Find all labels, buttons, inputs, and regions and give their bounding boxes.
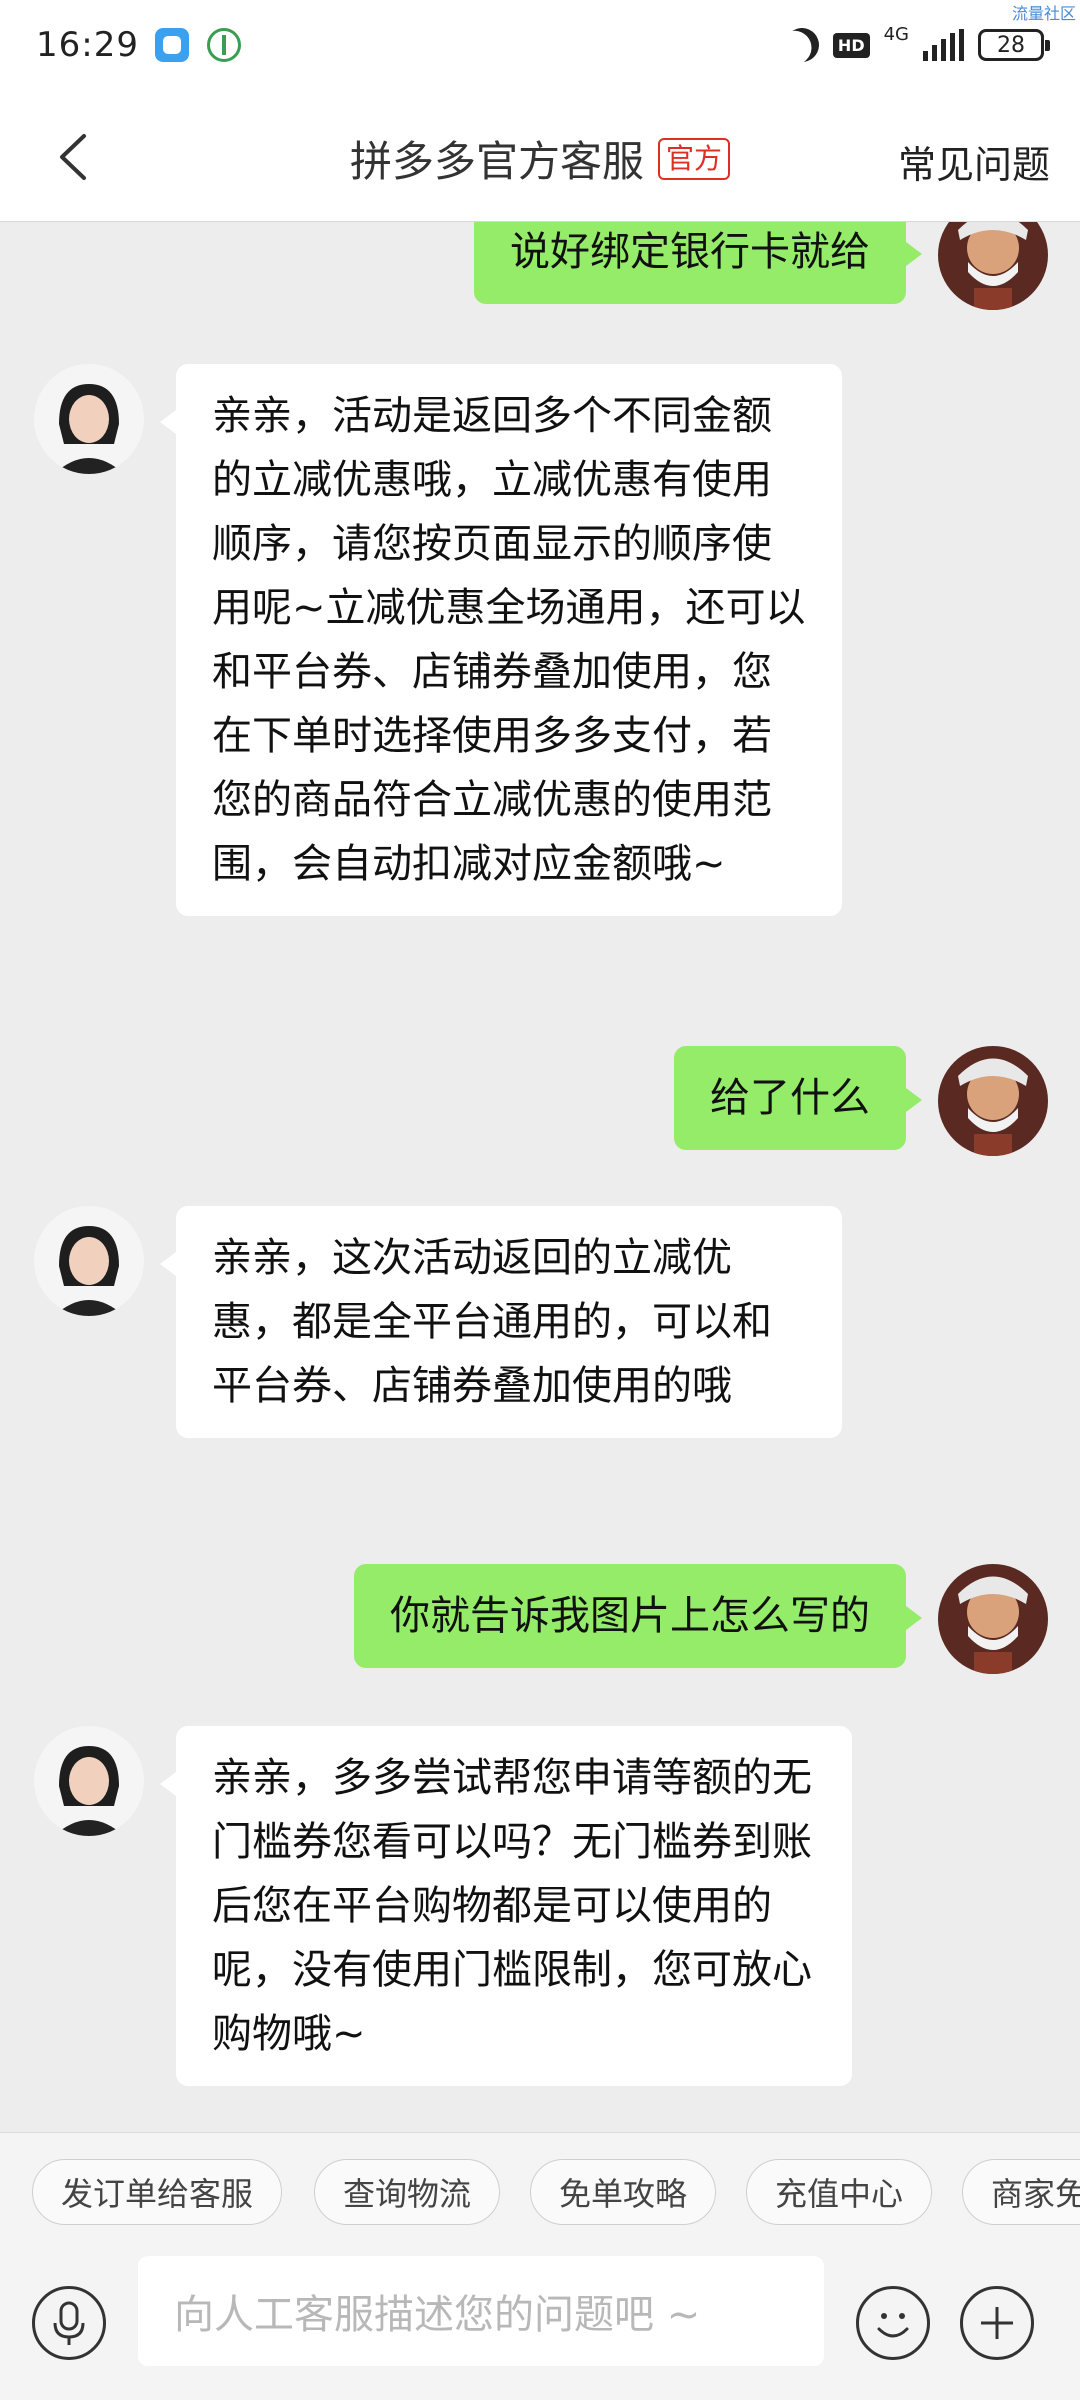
emoji-icon [877, 2313, 909, 2338]
official-badge: 官方 [658, 137, 731, 180]
quick-reply-chip[interactable]: 免单攻略 [530, 2159, 717, 2225]
input-bar: 向人工客服描述您的问题吧 ~ [0, 2250, 1080, 2400]
message-bubble-agent[interactable]: 亲亲，活动是返回多个不同金额的立减优惠哦，立减优惠有使用顺序，请您按页面显示的顺… [160, 364, 842, 916]
chat-list[interactable]: 说好绑定银行卡就给 亲亲，活动是返回多个不同金额的立减优惠哦，立减优惠有使用顺序… [0, 222, 1080, 2132]
page-title: 拼多多官方客服 [349, 137, 644, 186]
more-button[interactable] [960, 2286, 1034, 2360]
user-avatar[interactable] [938, 222, 1048, 310]
agent-avatar[interactable] [34, 1726, 144, 1836]
message-bubble-agent[interactable]: 亲亲，多多尝试帮您申请等额的无门槛券您看可以吗？无门槛券到账后您在平台购物都是可… [160, 1726, 852, 2086]
battery-icon: 28 [978, 29, 1050, 61]
quick-reply-chip[interactable]: 查询物流 [314, 2159, 501, 2225]
faq-link[interactable]: 常见问题 [898, 134, 1050, 189]
message-bubble-agent[interactable]: 亲亲，这次活动返回的立减优惠，都是全平台通用的，可以和平台券、店铺券叠加使用的哦 [160, 1206, 842, 1438]
moon-icon [780, 23, 824, 67]
agent-avatar[interactable] [34, 364, 144, 474]
hd-badge: HD [832, 32, 870, 58]
status-time: 16:29 [36, 25, 139, 65]
message-input[interactable]: 向人工客服描述您的问题吧 ~ [138, 2256, 824, 2366]
battery-level: 28 [997, 32, 1025, 58]
microphone-icon [53, 2301, 85, 2345]
chat-header: 拼多多官方客服 官方 常见问题 [0, 90, 1080, 222]
message-bubble-user[interactable]: 给了什么 [674, 1046, 922, 1150]
plus-icon [981, 2307, 1013, 2339]
status-bar: 16:29 HD 4G 28 流量社区 [0, 0, 1080, 90]
user-avatar[interactable] [938, 1564, 1048, 1674]
phone-screen: 16:29 HD 4G 28 流量社区 拼多多官方客服 官方 常见问题 说好绑定… [0, 0, 1080, 2400]
app-notification-icon [154, 28, 189, 62]
voice-button[interactable] [32, 2286, 106, 2360]
signal-icon [923, 29, 964, 61]
message-bubble-user[interactable]: 说好绑定银行卡就给 [474, 222, 922, 304]
emoji-button[interactable] [856, 2286, 930, 2360]
quick-reply-bar[interactable]: 发订单给客服 查询物流 免单攻略 充值中心 商家免 [0, 2132, 1080, 2250]
status-indicators: HD 4G 28 [785, 24, 1050, 62]
message-bubble-user[interactable]: 你就告诉我图片上怎么写的 [354, 1564, 922, 1668]
leaf-notification-icon [206, 28, 241, 62]
network-label: 4G [883, 24, 909, 45]
quick-reply-chip[interactable]: 发订单给客服 [32, 2159, 283, 2225]
agent-avatar[interactable] [34, 1206, 144, 1316]
watermark: 流量社区 [1011, 4, 1076, 23]
quick-reply-chip[interactable]: 充值中心 [746, 2159, 933, 2225]
user-avatar[interactable] [938, 1046, 1048, 1156]
quick-reply-chip[interactable]: 商家免 [962, 2159, 1080, 2225]
